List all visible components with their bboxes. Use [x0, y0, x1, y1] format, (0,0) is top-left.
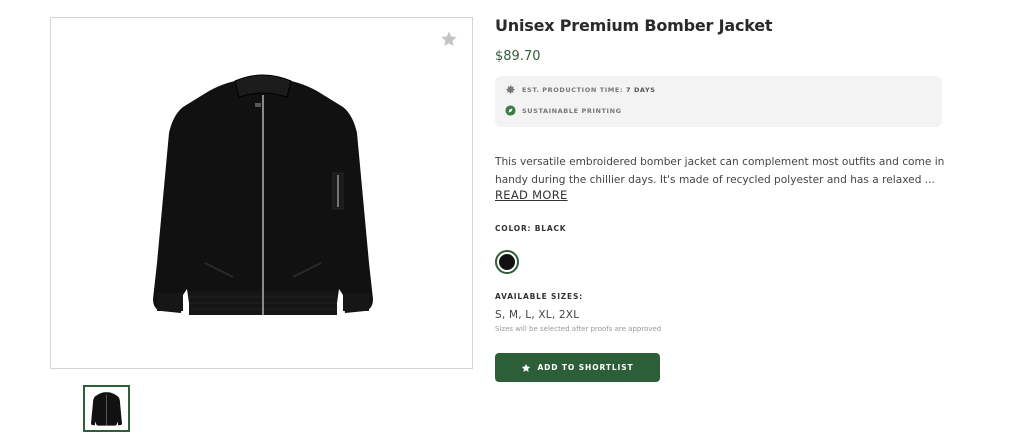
color-label: COLOR: BLACK: [495, 224, 567, 233]
color-swatch-black[interactable]: [495, 250, 519, 274]
product-title: Unisex Premium Bomber Jacket: [495, 16, 773, 35]
read-more-link[interactable]: READ MORE: [495, 188, 568, 202]
production-time-text: EST. PRODUCTION TIME: 7 DAYS: [522, 85, 656, 94]
production-info-box: EST. PRODUCTION TIME: 7 DAYS SUSTAINABLE…: [495, 76, 942, 127]
swatch-fill: [499, 254, 515, 270]
gear-icon: [506, 85, 515, 94]
available-sizes-label: AVAILABLE SIZES:: [495, 292, 583, 301]
sizes-note: Sizes will be selected after proofs are …: [495, 325, 662, 333]
jacket-thumbnail-icon: [90, 392, 123, 426]
available-sizes-value: S, M, L, XL, 2XL: [495, 309, 580, 321]
star-icon: [522, 363, 531, 372]
leaf-icon: [505, 105, 516, 116]
add-to-shortlist-label: ADD TO SHORTLIST: [537, 363, 634, 372]
favorite-star-icon[interactable]: [440, 30, 458, 48]
product-price: $89.70: [495, 49, 541, 64]
product-description: This versatile embroidered bomber jacket…: [495, 153, 945, 189]
product-image-frame: [50, 17, 473, 369]
jacket-image: [153, 74, 373, 315]
description-line-1: This versatile embroidered bomber jacket…: [495, 156, 945, 168]
production-time-value: 7 DAYS: [625, 85, 656, 94]
product-thumbnail[interactable]: [83, 385, 130, 432]
description-line-2: handy during the chillier days. It's mad…: [495, 174, 935, 186]
production-time-row: EST. PRODUCTION TIME: 7 DAYS: [505, 84, 656, 95]
sustainable-row: SUSTAINABLE PRINTING: [505, 105, 622, 116]
sustainable-printing-text: SUSTAINABLE PRINTING: [522, 106, 622, 115]
add-to-shortlist-button[interactable]: ADD TO SHORTLIST: [495, 353, 660, 382]
